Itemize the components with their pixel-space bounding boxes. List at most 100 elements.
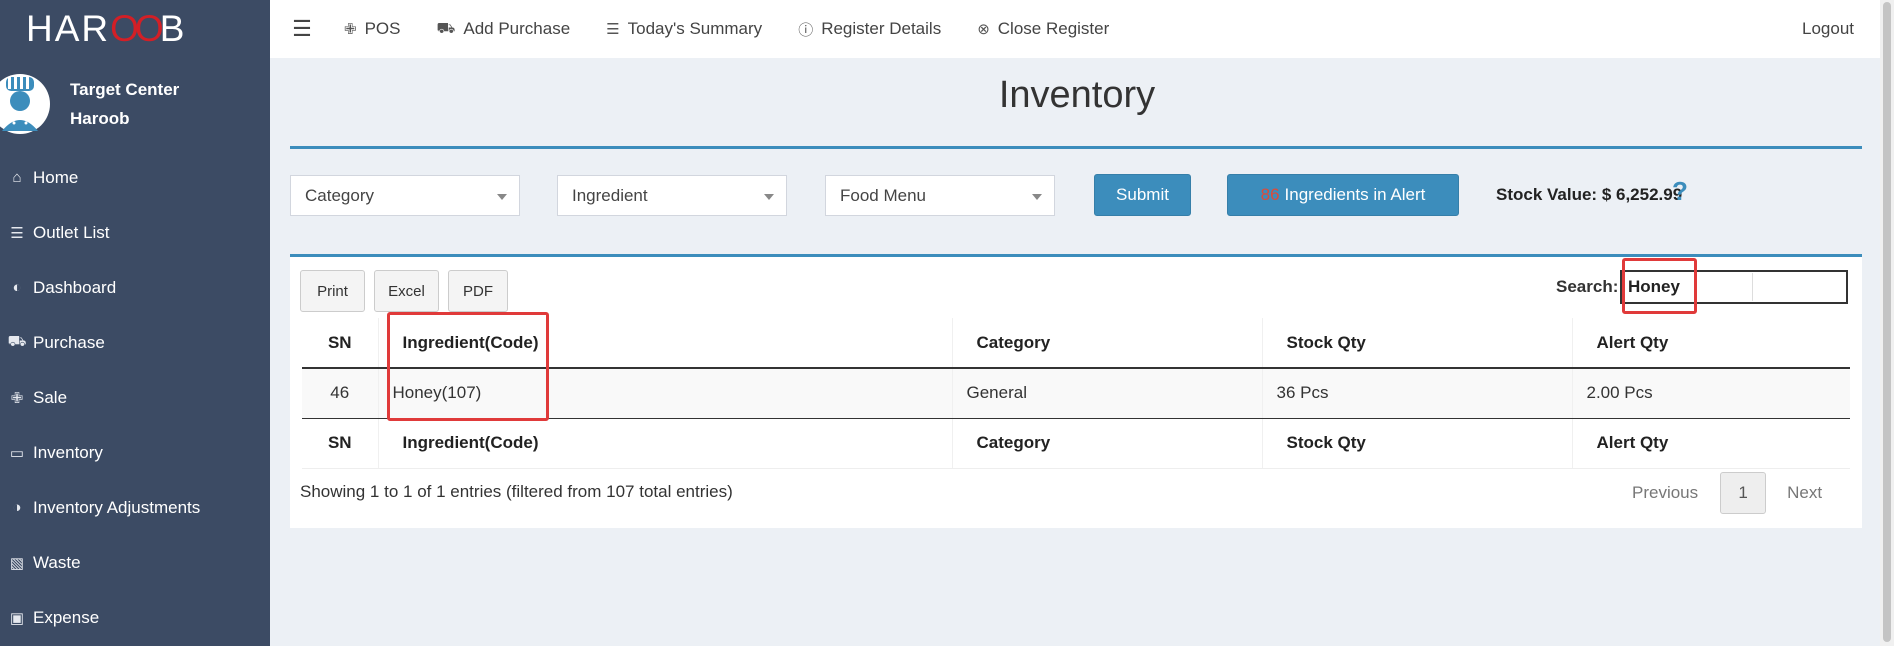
- nav-label: Register Details: [821, 19, 942, 38]
- logo-text-mid: OO: [110, 8, 164, 49]
- cutlery-icon: ✙: [344, 21, 357, 38]
- page-title: Inventory: [998, 74, 1156, 116]
- table-footer-row: SN Ingredient(Code) Category Stock Qty A…: [302, 418, 1850, 469]
- dashboard-icon: ◐: [12, 279, 22, 296]
- trash-icon: ▧: [9, 554, 25, 572]
- nav-label: Close Register: [997, 19, 1110, 38]
- table-row: 46 Honey(107) General 36 Pcs 2.00 Pcs: [302, 368, 1850, 419]
- nav-label: Add Purchase: [463, 19, 571, 38]
- stock-value: Stock Value: $ 6,252.99 ?: [1496, 176, 1688, 206]
- cell-ingredient: Honey(107): [377, 368, 952, 419]
- sidebar-item-waste[interactable]: ▧ Waste: [0, 535, 270, 590]
- alert-label: Ingredients in Alert: [1284, 185, 1426, 204]
- food-menu-select[interactable]: Food Menu: [825, 175, 1055, 216]
- title-divider: [290, 146, 1862, 149]
- sidebar-item-label: Purchase: [33, 332, 105, 352]
- footer-header-sn: SN: [302, 418, 378, 469]
- sidebar-item-inventory-adjustments[interactable]: ◑ Inventory Adjustments: [0, 480, 270, 535]
- sidebar-item-label: Waste: [33, 552, 81, 572]
- home-icon: ⌂: [12, 169, 22, 186]
- inbox-icon: ▭: [9, 444, 25, 462]
- page-1-button[interactable]: 1: [1720, 472, 1767, 514]
- category-select[interactable]: Category: [290, 175, 520, 216]
- previous-page-button[interactable]: Previous: [1632, 483, 1698, 503]
- sidebar-item-dashboard[interactable]: ◐ Dashboard: [0, 260, 270, 315]
- search-input[interactable]: [1620, 270, 1848, 304]
- logout-link[interactable]: Logout: [1802, 0, 1854, 58]
- sidebar-item-home[interactable]: ⌂ Home: [0, 150, 270, 205]
- column-header-sn[interactable]: SN: [302, 318, 378, 369]
- user-name: Haroob: [70, 109, 130, 128]
- brand-logo[interactable]: HAR OO B: [0, 0, 270, 58]
- money-icon: ▣: [9, 609, 25, 627]
- alert-count: 86: [1260, 185, 1280, 204]
- nav-label: Today's Summary: [627, 19, 763, 38]
- cutlery-icon: ✙: [10, 389, 24, 407]
- column-header-category[interactable]: Category: [951, 318, 1262, 369]
- user-panel: Target Center Haroob: [0, 58, 270, 150]
- chef-avatar-icon: [0, 74, 50, 134]
- nav-close-register[interactable]: ⊗ Close Register: [959, 0, 1127, 58]
- sidebar-item-label: Inventory: [33, 442, 103, 462]
- submit-button[interactable]: Submit: [1094, 174, 1191, 216]
- cell-category: General: [951, 368, 1262, 419]
- list-icon: ☰: [10, 224, 24, 242]
- truck-icon: ⛟: [436, 19, 456, 37]
- pdf-button[interactable]: PDF: [448, 270, 508, 312]
- truck-icon: ⛟: [7, 333, 27, 350]
- chevron-down-icon: [1032, 194, 1042, 200]
- top-navbar: ☰ ✙ POS ⛟ Add Purchase ☰ Today's Summary ⓘ R…: [270, 0, 1894, 58]
- close-circle-icon: ⊗: [977, 21, 990, 38]
- info-circle-icon: ⓘ: [798, 21, 814, 39]
- sidebar-item-outlet-list[interactable]: ☰ Outlet List: [0, 205, 270, 260]
- nav-pos[interactable]: ✙ POS: [326, 0, 418, 58]
- next-page-button[interactable]: Next: [1787, 483, 1822, 503]
- adjust-icon: ◑: [12, 499, 22, 516]
- nav-register-details[interactable]: ⓘ Register Details: [780, 0, 959, 58]
- column-header-stock-qty[interactable]: Stock Qty: [1261, 318, 1572, 369]
- sidebar-item-label: Dashboard: [33, 277, 117, 297]
- search-divider: [1752, 273, 1753, 301]
- sidebar-item-expense[interactable]: ▣ Expense: [0, 590, 270, 645]
- sidebar-menu: ⌂ Home ☰ Outlet List ◐ Dashboard ⛟ Purchase …: [0, 150, 270, 645]
- nav-add-purchase[interactable]: ⛟ Add Purchase: [418, 0, 588, 58]
- ingredient-select-value: Ingredient: [572, 185, 648, 205]
- nav-label: POS: [364, 19, 401, 38]
- table-info: Showing 1 to 1 of 1 entries (filtered fr…: [300, 482, 733, 501]
- sidebar-item-label: Home: [33, 167, 79, 187]
- category-select-value: Category: [305, 185, 374, 205]
- table-header-row: SN Ingredient(Code) Category Stock Qty A…: [302, 318, 1850, 369]
- print-button[interactable]: Print: [300, 270, 365, 312]
- nav-todays-summary[interactable]: ☰ Today's Summary: [588, 0, 780, 58]
- footer-header-category: Category: [951, 418, 1262, 469]
- food-menu-select-value: Food Menu: [840, 185, 926, 205]
- sidebar: HAR OO B Target Center Haroob ⌂ Home ☰ Outle…: [0, 0, 270, 646]
- footer-header-alert-qty: Alert Qty: [1571, 418, 1850, 469]
- sidebar-item-sale[interactable]: ✙ Sale: [0, 370, 270, 425]
- cell-alert-qty: 2.00 Pcs: [1571, 368, 1850, 419]
- footer-header-ingredient: Ingredient(Code): [377, 418, 952, 469]
- pagination: Previous 1 Next: [1632, 472, 1822, 514]
- excel-button[interactable]: Excel: [374, 270, 439, 312]
- page-scrollbar[interactable]: [1880, 0, 1894, 646]
- ingredient-select[interactable]: Ingredient: [557, 175, 787, 216]
- sidebar-item-label: Expense: [33, 607, 100, 627]
- sidebar-item-label: Sale: [33, 387, 68, 407]
- search-label: Search:: [1556, 277, 1619, 296]
- hamburger-menu-icon[interactable]: ☰: [278, 0, 326, 58]
- ingredients-in-alert-button[interactable]: 86 Ingredients in Alert: [1227, 174, 1459, 216]
- sidebar-item-inventory[interactable]: ▭ Inventory: [0, 425, 270, 480]
- footer-header-stock-qty: Stock Qty: [1261, 418, 1572, 469]
- logo-text-start: HAR: [26, 8, 111, 49]
- help-question-icon[interactable]: ?: [1672, 176, 1688, 207]
- scrollbar-thumb[interactable]: [1883, 2, 1891, 642]
- stock-value-text: Stock Value: $ 6,252.99: [1496, 185, 1683, 204]
- column-header-alert-qty[interactable]: Alert Qty: [1571, 318, 1850, 369]
- logo-text-end: B: [159, 8, 187, 49]
- outlet-name: Target Center: [70, 80, 180, 99]
- column-header-ingredient[interactable]: Ingredient(Code): [377, 318, 952, 369]
- sidebar-item-label: Inventory Adjustments: [33, 497, 201, 517]
- cell-stock-qty: 36 Pcs: [1261, 368, 1572, 419]
- sidebar-item-purchase[interactable]: ⛟ Purchase: [0, 315, 270, 370]
- list-icon: ☰: [606, 21, 620, 38]
